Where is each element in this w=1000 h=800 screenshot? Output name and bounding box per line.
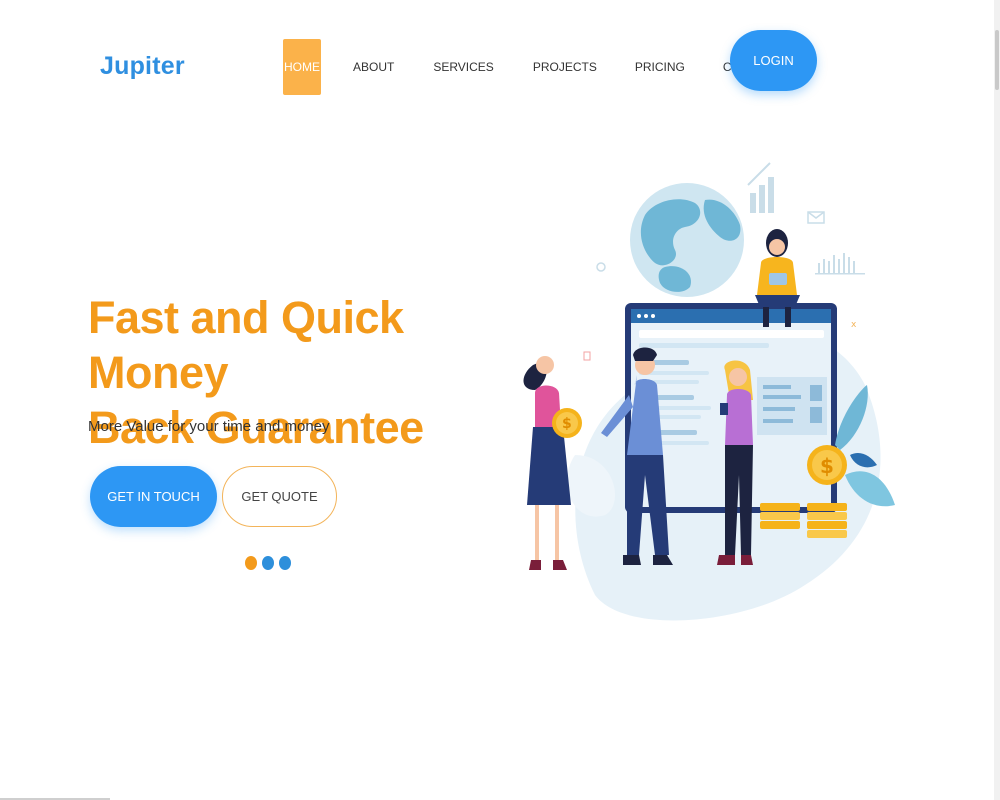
slider-dot-3[interactable] (279, 556, 291, 570)
slider-dot-1[interactable] (245, 556, 257, 570)
scrollbar-thumb[interactable] (995, 30, 999, 90)
get-in-touch-button[interactable]: GET IN TOUCH (90, 466, 217, 527)
svg-text:$: $ (820, 454, 834, 478)
nav-item-pricing[interactable]: PRICING (635, 39, 685, 95)
login-button[interactable]: LOGIN (730, 30, 817, 91)
nav-item-projects[interactable]: PROJECTS (533, 39, 597, 95)
hero-illustration: x $ $ (523, 162, 895, 621)
person-woman-coin (523, 356, 571, 570)
slider-dot-2[interactable] (262, 556, 274, 570)
nav-item-services[interactable]: SERVICES (433, 39, 493, 95)
get-quote-button[interactable]: GET QUOTE (222, 466, 337, 527)
chart-icon (747, 162, 774, 213)
coin-icon: $ (552, 408, 582, 438)
slider-dots (245, 556, 291, 570)
nav-item-home[interactable]: HOME (283, 39, 321, 95)
hero-subtitle: More Value for your time and money (88, 418, 330, 435)
svg-text:$: $ (562, 416, 572, 432)
svg-text:x: x (851, 320, 857, 330)
main-nav: HOME ABOUT SERVICES PROJECTS PRICING CON… (283, 39, 780, 95)
globe-icon (630, 183, 744, 297)
nav-item-about[interactable]: ABOUT (353, 39, 394, 95)
page-scrollbar[interactable] (994, 0, 1000, 800)
bar-chart-icon (815, 253, 865, 275)
mail-icon (807, 211, 825, 224)
hero-title-line-1: Fast and Quick Money (88, 292, 404, 398)
brand-logo[interactable]: Jupiter (100, 52, 185, 81)
